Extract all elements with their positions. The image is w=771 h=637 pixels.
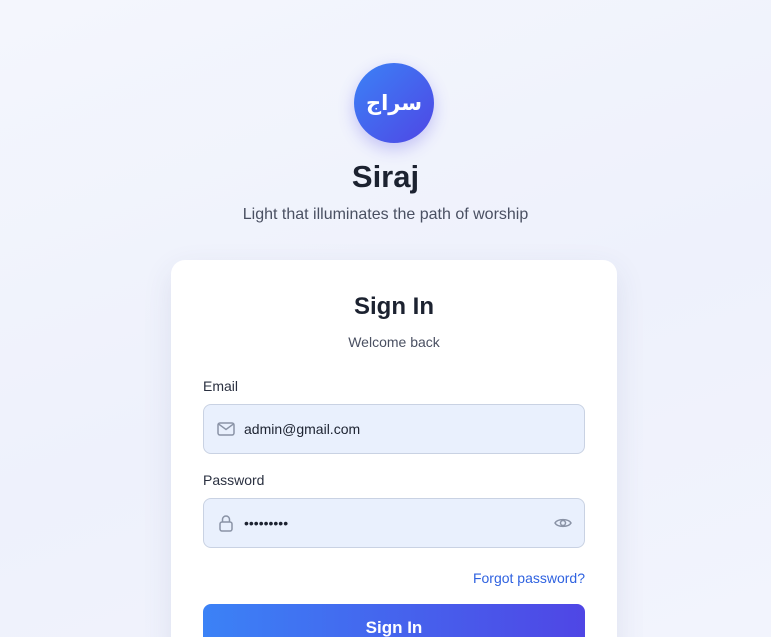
password-field[interactable]: ••••••••• bbox=[203, 498, 585, 548]
password-input[interactable]: ••••••••• bbox=[244, 499, 544, 547]
lock-icon bbox=[219, 515, 233, 532]
brand-logo-text: سراج bbox=[365, 91, 423, 115]
email-field[interactable] bbox=[203, 404, 585, 454]
email-input[interactable] bbox=[244, 405, 544, 453]
brand-title: Siraj bbox=[351, 159, 420, 194]
sign-in-button[interactable]: Sign In bbox=[203, 604, 585, 637]
email-label: Email bbox=[203, 378, 239, 394]
forgot-password-link[interactable]: Forgot password? bbox=[473, 569, 585, 587]
brand-logo: سراج bbox=[354, 63, 434, 143]
signin-title: Sign In bbox=[354, 293, 434, 320]
signin-subtitle: Welcome back bbox=[348, 334, 440, 350]
password-label: Password bbox=[203, 472, 265, 488]
brand-tagline: Light that illuminates the path of worsh… bbox=[242, 206, 529, 223]
eye-icon[interactable] bbox=[553, 513, 573, 533]
mail-icon bbox=[217, 422, 235, 436]
